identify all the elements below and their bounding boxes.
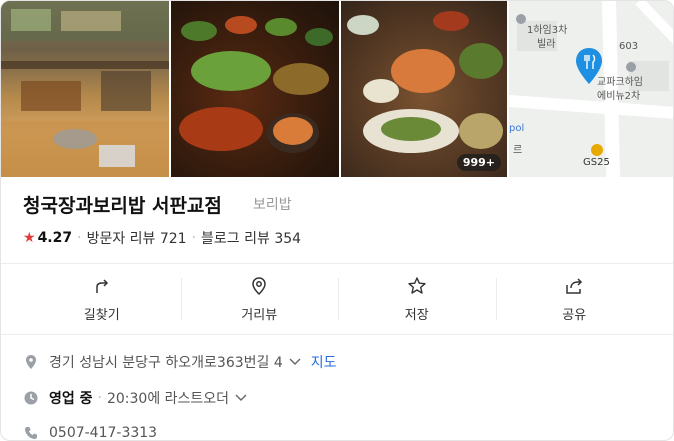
share-button[interactable]: 공유 [495,264,654,334]
separator-dot: · [97,390,102,406]
hours-expand-icon[interactable] [235,392,247,405]
hours-row: 영업 중 · 20:30에 라스트오더 [23,388,247,408]
map-label-3: 603 [619,41,639,52]
street-view-icon [252,276,267,295]
address-text: 경기 성남시 분당구 하오개로363번길 4 [49,355,283,371]
location-pin-icon [26,355,36,369]
street-view-label: 거리뷰 [241,307,278,323]
chevron-down-icon[interactable] [289,356,301,369]
place-name: 청국장과보리밥 서판교점 [23,195,222,217]
place-card: 999+ 1하임3차 빌라 603 교파크하임 에비뉴2차 pol 르 GS25 [0,0,674,441]
interior-photo-art [1,1,169,177]
hours-detail: 20:30에 라스트오더 [106,391,230,407]
rating-row: ★ 4.27 · 방문자 리뷰 721 · 블로그 리뷰 354 [23,228,301,248]
photo-strip: 999+ 1하임3차 빌라 603 교파크하임 에비뉴2차 pol 르 GS25 [1,1,673,177]
save-button[interactable]: 저장 [338,264,496,334]
dishes-photo-art [179,16,333,153]
gs25-icon [591,144,603,156]
phone-icon [25,427,37,439]
directions-button[interactable]: 길찾기 [23,264,181,334]
map-label-2: 빌라 [537,39,556,50]
map-pin-icon [576,48,602,84]
map-link[interactable]: 지도 [311,352,337,372]
photo-count-badge[interactable]: 999+ [456,154,501,171]
map-label-7: 르 [513,145,523,156]
visitor-reviews-link[interactable]: 방문자 리뷰 721 [87,228,187,248]
mini-map[interactable]: 1하임3차 빌라 603 교파크하임 에비뉴2차 pol 르 GS25 [509,1,673,177]
star-outline-icon [408,276,426,294]
phone-row: 0507-417-3313 [23,425,157,440]
photo-dishes-1[interactable] [171,1,339,177]
directions-icon [96,278,108,293]
directions-label: 길찾기 [83,307,120,323]
photo-interior[interactable] [1,1,169,177]
photo-dishes-2[interactable]: 999+ [341,1,507,177]
phone-number[interactable]: 0507-417-3313 [49,425,157,440]
share-icon [566,277,583,294]
action-bar: 길찾기 거리뷰 저장 공유 [23,264,653,334]
map-label-8: GS25 [583,157,610,168]
map-label-4: 교파크하임 [597,77,643,88]
street-view-button[interactable]: 거리뷰 [180,264,339,334]
place-category: 보리밥 [253,197,292,213]
star-icon: ★ [23,230,36,246]
separator-dot: · [191,230,197,246]
clock-icon [24,391,38,405]
map-label-1: 1하임3차 [527,25,568,36]
save-label: 저장 [404,307,429,323]
address-row: 경기 성남시 분당구 하오개로363번길 4 지도 [23,352,337,372]
share-label: 공유 [562,307,587,323]
blog-reviews-link[interactable]: 블로그 리뷰 354 [201,228,301,248]
rating-score: 4.27 [37,230,73,246]
dishes-photo-art-2 [347,11,503,153]
separator-dot: · [77,230,82,246]
divider [1,334,673,335]
map-label-5: 에비뉴2차 [597,91,641,102]
hours-status: 영업 중 [49,391,93,407]
map-label-6: pol [509,123,525,134]
